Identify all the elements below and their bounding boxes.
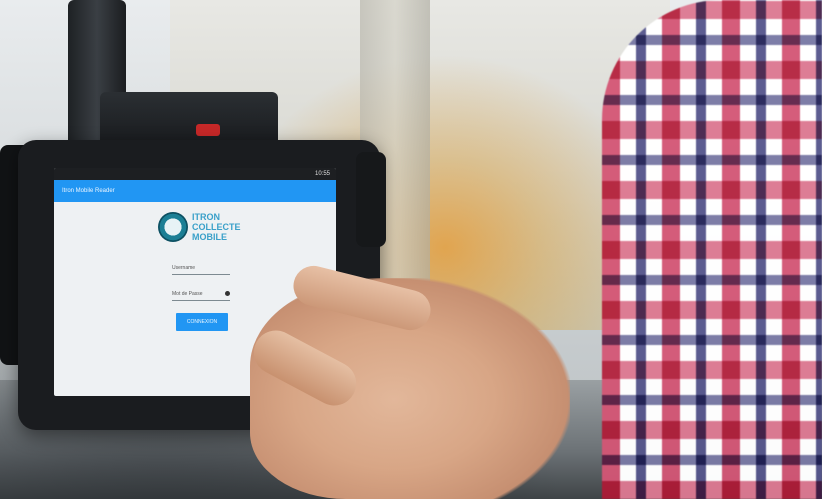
- plaid-shirt-person: [602, 0, 822, 499]
- tablet-bumper-right: [356, 152, 386, 247]
- mount-clip: [196, 124, 220, 136]
- password-placeholder: Mot de Passe: [172, 291, 203, 297]
- connect-button[interactable]: CONNEXION: [176, 313, 228, 331]
- brand-line-2: COLLECTE: [192, 222, 241, 232]
- username-field[interactable]: Username: [172, 262, 230, 275]
- username-placeholder: Username: [172, 265, 196, 271]
- brand-line-3: MOBILE: [192, 232, 227, 242]
- brand-row: ITRON COLLECTE MOBILE: [158, 212, 241, 242]
- itron-logo-icon: [158, 212, 188, 242]
- connect-label: CONNEXION: [186, 319, 218, 325]
- photo-scene: 10:55 Itron Mobile Reader ITRON COLLECTE…: [0, 0, 822, 499]
- brand-line-1: ITRON: [192, 212, 220, 222]
- status-time: 10:55: [314, 171, 330, 177]
- brand-text: ITRON COLLECTE MOBILE: [192, 212, 241, 242]
- eye-icon[interactable]: [225, 291, 230, 296]
- status-bar: 10:55: [54, 168, 336, 180]
- app-bar: Itron Mobile Reader: [54, 180, 336, 202]
- password-field[interactable]: Mot de Passe: [172, 288, 230, 301]
- app-title: Itron Mobile Reader: [62, 188, 115, 194]
